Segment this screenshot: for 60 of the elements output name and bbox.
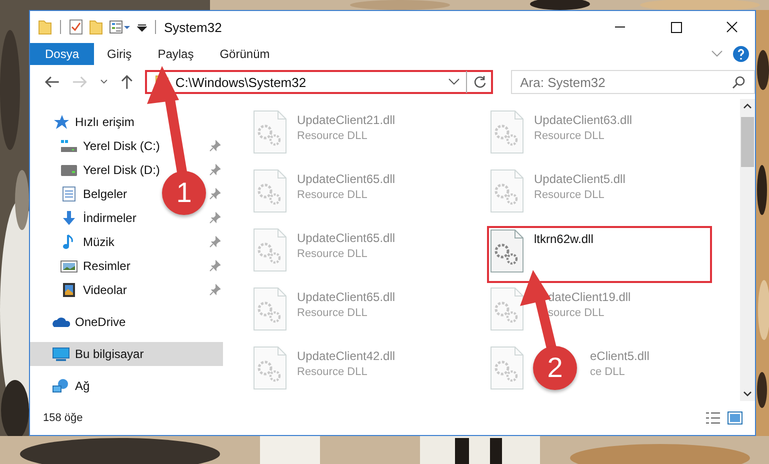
help-icon[interactable] [733,46,749,62]
ribbon-tab[interactable]: Paylaş [144,43,207,65]
ribbon-tab[interactable]: Giriş [94,43,145,65]
file-type: Resource DLL [297,366,368,378]
pictures-icon [60,258,78,274]
nav-item[interactable]: İndirmeler [83,211,136,225]
pin-icon[interactable] [209,188,221,200]
pin-icon[interactable] [209,236,221,248]
network-icon [52,378,70,394]
file-type: Resource DLL [297,130,368,142]
window-title: System32 [164,20,222,34]
file-type: Resource DLL [297,248,368,260]
nav-item[interactable]: Videolar [83,283,127,297]
checklist-icon[interactable] [69,19,83,35]
videos-icon [60,282,78,298]
refresh-icon[interactable] [473,75,488,89]
documents-icon [60,186,78,202]
nav-item[interactable]: OneDrive [75,315,126,329]
file-type: Resource DLL [297,307,368,319]
drive-c-icon [60,138,78,154]
file-type: Resource DLL [297,189,368,201]
thumbnails-view-icon[interactable] [727,411,743,425]
back-arrow-icon[interactable] [44,75,60,89]
item-count: 158 öğe [43,412,83,424]
pin-icon[interactable] [209,164,221,176]
file-type: Resource DLL [534,189,606,201]
ribbon-tab[interactable]: Dosya [30,43,94,65]
details-view-icon[interactable] [705,411,721,425]
nav-item[interactable]: Resimler [83,259,130,273]
properties-icon[interactable] [109,19,131,35]
nav-item[interactable]: Yerel Disk (C:) [83,139,160,153]
pin-icon[interactable] [209,260,221,272]
file-type: ce DLL [590,366,626,378]
search-icon[interactable] [732,75,746,89]
pin-icon[interactable] [209,212,221,224]
dll-file-icon[interactable] [490,229,524,273]
pin-icon[interactable] [209,284,221,296]
downloads-icon [60,210,78,226]
up-arrow-icon[interactable] [120,74,134,90]
search-field[interactable]: Ara: System32 [511,70,755,94]
file-name[interactable]: ltkrn62w.dll [534,232,594,246]
file-type: Resource DLL [534,130,606,142]
nav-item[interactable]: Müzik [83,235,114,249]
scroll-thumb[interactable] [741,117,754,167]
scrollbar[interactable] [740,99,755,401]
forward-arrow-icon[interactable] [72,75,88,89]
nav-item[interactable]: Belgeler [83,187,128,201]
computer-icon [52,346,70,362]
drive-icon [60,162,78,178]
nav-item[interactable]: Hızlı erişim [75,115,134,129]
folder-icon[interactable] [38,19,52,35]
folder-icon[interactable] [89,19,103,35]
nav-item[interactable]: Ağ [75,379,90,393]
ribbon-tab[interactable]: Görünüm [206,43,283,65]
nav-item[interactable]: Bu bilgisayar [75,347,144,361]
nav-item[interactable]: Yerel Disk (D:) [83,163,160,177]
file-type: source DLL [548,307,606,319]
pin-icon[interactable] [209,140,221,152]
star-icon [52,114,70,130]
chevron-down-icon[interactable] [448,78,460,86]
